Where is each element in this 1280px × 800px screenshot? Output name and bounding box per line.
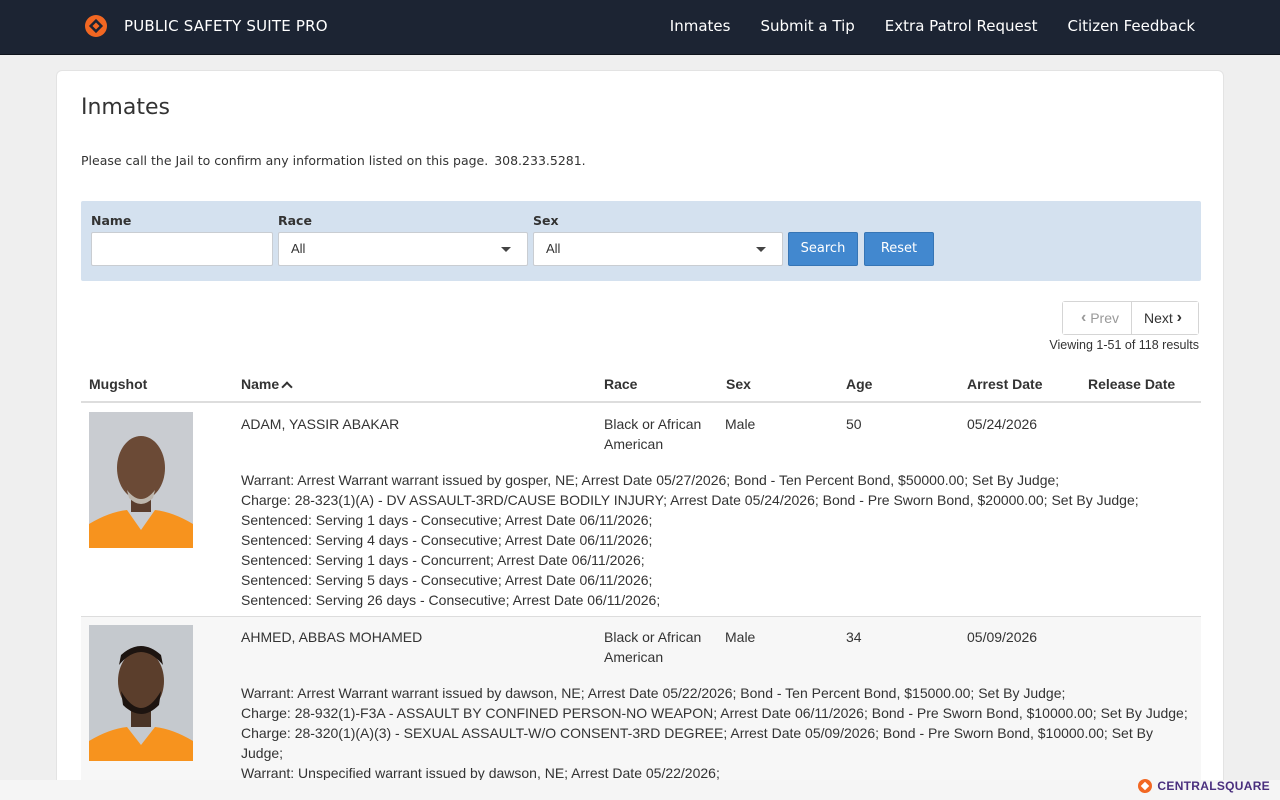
search-button[interactable]: Search <box>788 232 858 266</box>
inmate-age: 50 <box>846 416 862 432</box>
inmate-sex: Male <box>725 629 756 645</box>
inmate-name[interactable]: ADAM, YASSIR ABAKAR <box>241 414 399 434</box>
inmate-race: Black or African American <box>604 416 702 452</box>
inmate-arrest-date: 05/09/2026 <box>967 629 1038 645</box>
charges-list: Warrant: Arrest Warrant warrant issued b… <box>241 683 1197 783</box>
sex-label: Sex <box>533 213 559 228</box>
mugshot-portrait <box>89 625 193 761</box>
top-navbar: PUBLIC SAFETY SUITE PRO Inmates Submit a… <box>0 0 1280 55</box>
column-header-sex[interactable]: Sex <box>726 376 751 392</box>
reset-button[interactable]: Reset <box>864 232 934 266</box>
charge-line: Warrant: Arrest Warrant warrant issued b… <box>241 472 1060 488</box>
inmate-age: 34 <box>846 629 862 645</box>
brand-name: PUBLIC SAFETY SUITE PRO <box>124 17 328 35</box>
search-filter-panel: Name Race All Sex All Search Reset <box>81 201 1201 281</box>
race-select[interactable]: All <box>278 232 528 266</box>
charge-line: Charge: 28-323(1)(A) - DV ASSAULT-3RD/CA… <box>241 492 1139 508</box>
mugshot-image[interactable] <box>89 412 193 548</box>
name-label: Name <box>91 213 132 228</box>
prev-page-button[interactable]: ‹ Prev <box>1062 302 1132 334</box>
brand-logo-icon <box>85 15 107 37</box>
chevron-down-icon <box>756 247 766 252</box>
vendor-logo[interactable]: CENTRALSQUARE <box>1137 778 1270 794</box>
column-header-mugshot: Mugshot <box>89 376 148 392</box>
inmate-arrest-date: 05/24/2026 <box>967 416 1038 432</box>
sex-select[interactable]: All <box>533 232 783 266</box>
column-header-arrest-date[interactable]: Arrest Date <box>967 376 1042 392</box>
column-header-name-label: Name <box>241 376 280 392</box>
next-label: Next <box>1143 310 1173 326</box>
pagination: ‹ Prev Next › <box>1061 301 1199 335</box>
chevron-left-icon: ‹ <box>1080 309 1087 326</box>
footer-bar <box>0 780 1280 800</box>
column-header-release-date[interactable]: Release Date <box>1088 376 1175 392</box>
race-label: Race <box>278 213 312 228</box>
nav-link-extra-patrol[interactable]: Extra Patrol Request <box>885 17 1038 35</box>
charge-line: Sentenced: Serving 1 days - Consecutive;… <box>241 512 653 528</box>
table-row: AHMED, ABBAS MOHAMED Black or African Am… <box>81 617 1201 800</box>
centralsquare-logo-icon <box>1138 779 1153 793</box>
table-row: ADAM, YASSIR ABAKAR Black or African Ame… <box>81 404 1201 617</box>
column-header-race[interactable]: Race <box>604 376 637 392</box>
inmate-race: Black or African American <box>604 629 702 665</box>
column-header-age[interactable]: Age <box>846 376 872 392</box>
prev-label: Prev <box>1090 310 1119 326</box>
charge-line: Sentenced: Serving 26 days - Consecutive… <box>241 592 661 608</box>
charge-line: Sentenced: Serving 1 days - Concurrent; … <box>241 552 645 568</box>
charge-line: Charge: 28-320(1)(A)(3) - SEXUAL ASSAULT… <box>241 725 1153 761</box>
charge-line: Sentenced: Serving 4 days - Consecutive;… <box>241 532 653 548</box>
nav-link-citizen-feedback[interactable]: Citizen Feedback <box>1068 17 1196 35</box>
nav-link-submit-tip[interactable]: Submit a Tip <box>760 17 854 35</box>
sex-selected-value: All <box>546 241 561 256</box>
vendor-logo-text: CENTRALSQUARE <box>1157 779 1270 793</box>
nav-links: Inmates Submit a Tip Extra Patrol Reques… <box>640 17 1195 35</box>
charge-line: Sentenced: Serving 5 days - Consecutive;… <box>241 572 653 588</box>
main-card: Inmates Please call the Jail to confirm … <box>56 70 1224 800</box>
inmate-name[interactable]: AHMED, ABBAS MOHAMED <box>241 627 422 647</box>
charge-line: Warrant: Arrest Warrant warrant issued b… <box>241 685 1066 701</box>
sort-ascending-icon <box>281 381 293 393</box>
chevron-right-icon: › <box>1176 309 1182 326</box>
results-count: Viewing 1-51 of 118 results <box>1049 338 1199 352</box>
mugshot-portrait <box>89 412 193 548</box>
mugshot-image[interactable] <box>89 625 193 761</box>
jail-phone: 308.233.5281. <box>494 153 586 168</box>
jail-notice: Please call the Jail to confirm any info… <box>81 153 586 168</box>
inmate-sex: Male <box>725 416 756 432</box>
page-title: Inmates <box>81 95 170 120</box>
race-selected-value: All <box>291 241 306 256</box>
notice-text: Please call the Jail to confirm any info… <box>81 153 489 168</box>
charge-line: Charge: 28-932(1)-F3A - ASSAULT BY CONFI… <box>241 705 1188 721</box>
chevron-down-icon <box>501 247 511 252</box>
nav-link-inmates[interactable]: Inmates <box>670 17 731 35</box>
column-header-name[interactable]: Name <box>241 376 293 393</box>
charges-list: Warrant: Arrest Warrant warrant issued b… <box>241 470 1197 610</box>
next-page-button[interactable]: Next › <box>1131 302 1198 334</box>
brand[interactable]: PUBLIC SAFETY SUITE PRO <box>84 14 328 38</box>
table-header: Mugshot Name Race Sex Age Arrest Date Re… <box>81 369 1201 403</box>
name-input[interactable] <box>91 232 273 266</box>
